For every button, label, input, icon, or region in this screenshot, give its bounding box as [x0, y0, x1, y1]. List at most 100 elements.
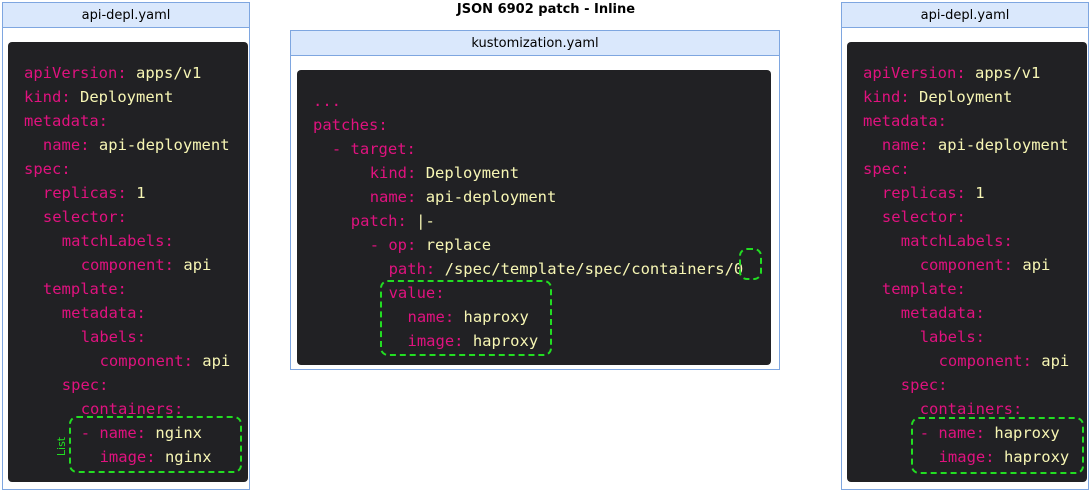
right-file-panel: api-depl.yaml apiVersion: apps/v1 kind: D… [841, 2, 1089, 490]
yaml-key: ... [313, 92, 341, 110]
code-line: kind: Deployment [24, 85, 173, 109]
yaml-key: spec: [900, 376, 948, 394]
code-line: matchLabels: [62, 229, 174, 253]
code-line: selector: [882, 205, 966, 229]
yaml-key: template: [42, 280, 127, 298]
code-line: component: api [920, 253, 1051, 277]
yaml-value: apps/v1 [975, 64, 1041, 82]
yaml-key: - op: [369, 236, 417, 254]
yaml-key: patches: [313, 116, 388, 134]
yaml-value: 1 [975, 184, 985, 202]
yaml-key: component: [99, 352, 193, 370]
middle-index-highlight [739, 248, 762, 280]
code-line: matchLabels: [901, 229, 1013, 253]
yaml-key: selector: [881, 208, 966, 226]
yaml-value: api-deployment [98, 136, 230, 154]
code-line: spec: [901, 373, 948, 397]
code-line: patch: |- [351, 209, 435, 233]
right-code-block: apiVersion: apps/v1 kind: Deployment metad… [847, 42, 1087, 482]
code-line: spec: [24, 157, 71, 181]
code-line: template: [43, 277, 127, 301]
code-line: replicas: 1 [882, 181, 985, 205]
yaml-key: metadata: [863, 112, 947, 130]
yaml-key: replicas: [881, 184, 966, 202]
yaml-key: matchLabels: [61, 232, 174, 250]
yaml-key: labels: [919, 328, 986, 346]
code-line: name: api-deployment [43, 133, 230, 157]
yaml-value: api [1041, 352, 1070, 370]
right-list-highlight [911, 417, 1084, 474]
yaml-key: metadata: [900, 304, 985, 322]
yaml-key: name: [369, 188, 417, 206]
yaml-key: kind: [24, 88, 71, 106]
code-line: path: /spec/template/spec/containers/0 [389, 257, 744, 281]
code-line: labels: [81, 325, 146, 349]
yaml-key: metadata: [61, 304, 146, 322]
yaml-key: - target: [331, 140, 416, 158]
code-line: template: [882, 277, 966, 301]
code-line: component: api [100, 349, 231, 373]
left-list-highlight [69, 416, 242, 473]
yaml-key: replicas: [42, 184, 127, 202]
yaml-key: spec: [24, 160, 71, 178]
yaml-key: component: [938, 352, 1032, 370]
yaml-key: metadata: [24, 112, 108, 130]
diagram-title: JSON 6902 patch - Inline [456, 2, 636, 17]
code-line: name: api-deployment [370, 185, 557, 209]
yaml-key: kind: [369, 164, 417, 182]
right-file-header: api-depl.yaml [842, 3, 1088, 28]
yaml-value: replace [425, 236, 492, 254]
yaml-value: Deployment [919, 88, 1013, 106]
yaml-value: apps/v1 [136, 64, 202, 82]
code-line: metadata: [901, 301, 985, 325]
code-line: - target: [332, 137, 416, 161]
code-line: selector: [43, 205, 127, 229]
code-line: ... [313, 89, 341, 113]
yaml-value: api [202, 352, 231, 370]
yaml-key: component: [80, 256, 175, 274]
yaml-value: |- [416, 212, 435, 230]
code-line: kind: Deployment [863, 85, 1012, 109]
yaml-key: selector: [42, 208, 127, 226]
yaml-value: api-deployment [937, 136, 1069, 154]
yaml-key: name: [42, 136, 90, 154]
yaml-key: template: [881, 280, 966, 298]
code-line: apiVersion: apps/v1 [24, 61, 201, 85]
code-line: name: api-deployment [882, 133, 1069, 157]
yaml-value: api [1022, 256, 1051, 274]
yaml-key: patch: [350, 212, 407, 230]
yaml-key: apiVersion: [863, 64, 966, 82]
code-line: metadata: [863, 109, 947, 133]
code-line: labels: [920, 325, 985, 349]
yaml-key: spec: [61, 376, 109, 394]
code-line: spec: [62, 373, 109, 397]
code-line: replicas: 1 [43, 181, 146, 205]
yaml-key: path: [388, 260, 436, 278]
yaml-value: api [183, 256, 212, 274]
yaml-key: labels: [80, 328, 147, 346]
yaml-key: component: [919, 256, 1014, 274]
yaml-key: containers: [919, 400, 1023, 418]
code-line: spec: [863, 157, 910, 181]
code-line: patches: [313, 113, 388, 137]
middle-file-header: kustomization.yaml [291, 31, 779, 56]
yaml-value: Deployment [425, 164, 520, 182]
middle-file-panel: kustomization.yaml ... patches: - target: k… [290, 30, 780, 370]
left-list-annotation: List [55, 436, 69, 457]
code-line: kind: Deployment [370, 161, 519, 185]
code-line: - op: replace [370, 233, 491, 257]
code-line: component: api [81, 253, 212, 277]
code-line: metadata: [62, 301, 146, 325]
code-line: metadata: [24, 109, 108, 133]
yaml-value: /spec/template/spec/containers/0 [444, 260, 744, 278]
middle-value-highlight [380, 280, 552, 356]
yaml-value: 1 [136, 184, 146, 202]
yaml-key: spec: [863, 160, 910, 178]
left-file-header: api-depl.yaml [3, 3, 249, 28]
yaml-key: matchLabels: [900, 232, 1013, 250]
yaml-value: Deployment [80, 88, 174, 106]
yaml-value: api-deployment [425, 188, 557, 206]
yaml-key: kind: [863, 88, 910, 106]
left-file-panel: api-depl.yaml apiVersion: apps/v1 kind: D… [2, 2, 250, 490]
code-line: component: api [939, 349, 1070, 373]
